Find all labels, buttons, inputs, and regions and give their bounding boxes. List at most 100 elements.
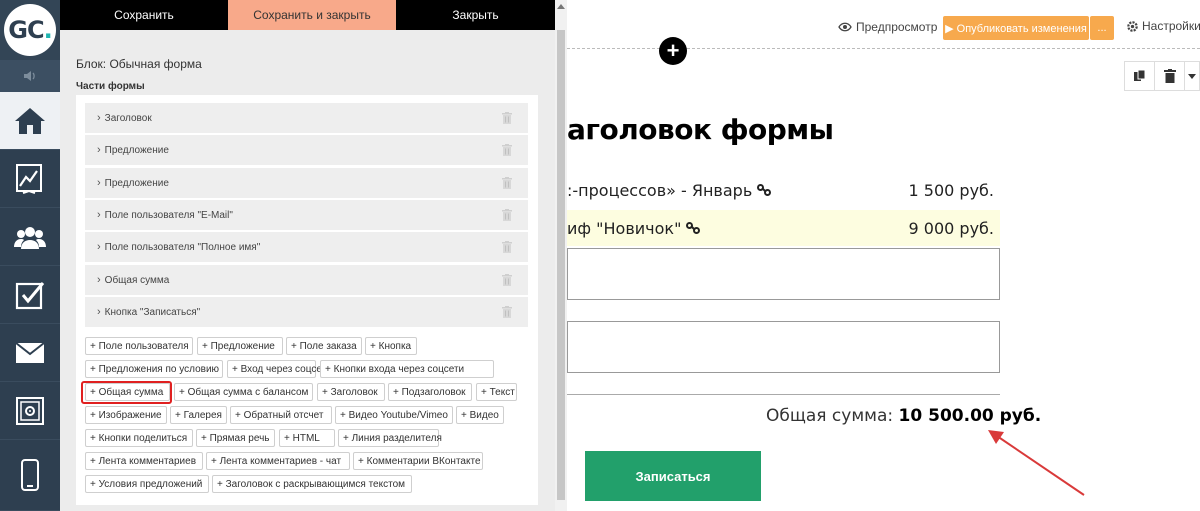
submit-button[interactable]: Записаться (585, 451, 761, 501)
form-part-label: Поле пользователя "E-Mail" (104, 209, 233, 221)
add-part-button[interactable]: + Прямая речь (196, 429, 275, 447)
full-name-field[interactable] (567, 321, 1000, 373)
form-part-row[interactable]: › Поле пользователя "Полное имя" (85, 232, 528, 263)
form-part-row[interactable]: › Кнопка "Записаться" (85, 297, 528, 328)
form-part-label: Общая сумма (104, 274, 170, 286)
add-part-button[interactable]: + Обратный отсчет (230, 406, 332, 424)
settings-link[interactable]: Настройки (1126, 19, 1200, 33)
link-icon (686, 222, 701, 234)
add-part-button[interactable]: + Комментарии ВКонтакте (353, 452, 483, 470)
add-part-button[interactable]: + Лента комментариев - чат (206, 452, 350, 470)
nav-item-messages[interactable] (0, 324, 60, 382)
phone-icon (21, 459, 39, 491)
copy-block-button[interactable] (1125, 62, 1155, 90)
nav-collapse-button[interactable] (0, 60, 60, 92)
add-part-button[interactable]: + Изображение (85, 406, 167, 424)
settings-label: Настройки (1142, 19, 1200, 33)
copy-icon (1133, 69, 1145, 81)
add-part-button[interactable]: + Кнопки входа через соцсети (320, 360, 494, 378)
add-part-button[interactable]: + HTML (279, 429, 335, 447)
publish-options-button[interactable]: ... (1090, 16, 1114, 40)
form-part-row[interactable]: › Заголовок (85, 103, 528, 134)
trash-icon[interactable] (502, 209, 512, 221)
close-button[interactable]: Закрыть (396, 0, 555, 30)
form-part-label: Предложение (104, 144, 169, 156)
form-part-row[interactable]: › Предложение (85, 135, 528, 166)
add-part-button[interactable]: + Линия разделителя (338, 429, 442, 447)
add-part-button[interactable]: + Поле пользователя (85, 337, 193, 355)
chevron-right-icon: › (97, 306, 101, 318)
trash-icon[interactable] (502, 112, 512, 124)
nav-item-users[interactable] (0, 208, 60, 266)
gear-icon (1127, 20, 1138, 32)
eye-icon (838, 22, 852, 32)
preview-link[interactable]: Предпросмотр (838, 20, 937, 34)
trash-icon (1163, 69, 1176, 83)
save-close-button[interactable]: Сохранить и закрыть (228, 0, 396, 30)
trash-icon[interactable] (502, 306, 512, 318)
add-part-button[interactable]: + Вход через соцсети (227, 360, 332, 378)
trash-icon[interactable] (502, 241, 512, 253)
add-part-button[interactable]: + Видео Youtube/Vimeo (335, 406, 453, 424)
add-part-button[interactable]: + Заголовок с раскрывающимся текстом (212, 475, 412, 493)
link-icon (757, 184, 772, 196)
nav-item-safe[interactable] (0, 382, 60, 440)
add-part-button[interactable]: + Текст (476, 383, 517, 401)
publish-button[interactable]: ▶ Опубликовать изменения (943, 16, 1089, 40)
scrollbar-thumb[interactable] (557, 30, 565, 500)
trash-icon[interactable] (502, 177, 512, 189)
form-part-row[interactable]: › Поле пользователя "E-Mail" (85, 200, 528, 231)
block-title: Блок: Обычная форма (76, 57, 202, 71)
add-part-button[interactable]: + Предложение (197, 337, 283, 355)
add-part-button[interactable]: + Условия предложений (85, 475, 209, 493)
add-part-button[interactable]: + Кнопка (365, 337, 417, 355)
save-button[interactable]: Сохранить (60, 0, 228, 30)
speaker-icon (24, 71, 35, 81)
preview-label: Предпросмотр (856, 20, 938, 34)
form-part-row[interactable]: › Общая сумма (85, 265, 528, 296)
form-parts-heading: Части формы (76, 81, 145, 92)
highlight-annotation (81, 381, 172, 404)
nav-item-tasks[interactable] (0, 266, 60, 324)
email-field[interactable] (567, 248, 1000, 300)
nav-item-home[interactable] (0, 92, 60, 150)
scroll-up-arrow-icon[interactable] (557, 4, 565, 9)
form-part-label: Заголовок (104, 112, 152, 124)
block-more-button[interactable] (1185, 62, 1199, 90)
form-part-row[interactable]: › Предложение (85, 168, 528, 199)
add-part-button[interactable]: + Заголовок (317, 383, 385, 401)
safe-icon (16, 396, 44, 425)
offer-name-2: иф "Новичок" (567, 218, 682, 238)
delete-block-button[interactable] (1155, 62, 1185, 90)
trash-icon[interactable] (502, 144, 512, 156)
form-part-label: Кнопка "Записаться" (104, 306, 201, 318)
form-part-label: Предложение (104, 177, 169, 189)
add-part-button[interactable]: + Галерея (170, 406, 227, 424)
form-heading: аголовок формы (567, 113, 834, 146)
editor-toolbar: Сохранить Сохранить и закрыть Закрыть (60, 0, 555, 30)
add-part-button[interactable]: + Общая сумма с балансом (174, 383, 313, 401)
offer-row-2[interactable]: иф "Новичок" 9 000 руб. (567, 210, 1000, 246)
add-part-button[interactable]: + Поле заказа (286, 337, 362, 355)
add-block-plus-icon[interactable]: + (659, 37, 687, 65)
logo[interactable]: GC. (0, 0, 60, 60)
chevron-right-icon: › (97, 274, 101, 286)
nav-item-analytics[interactable] (0, 150, 60, 208)
nav-item-mobile[interactable] (0, 440, 60, 511)
chart-icon (16, 163, 42, 194)
chevron-right-icon: › (97, 177, 101, 189)
trash-icon[interactable] (502, 274, 512, 286)
block-tools (1124, 61, 1200, 91)
home-icon (15, 107, 45, 134)
chevron-right-icon: › (97, 112, 101, 124)
add-part-button[interactable]: + Предложения по условию (85, 360, 223, 378)
add-part-button[interactable]: + Лента комментариев (85, 452, 203, 470)
chevron-right-icon: › (97, 241, 101, 253)
add-part-button[interactable]: + Подзаголовок (388, 383, 472, 401)
add-part-button[interactable]: + Видео (456, 406, 504, 424)
total-divider (567, 394, 1000, 395)
add-part-button[interactable]: + Кнопки поделиться (85, 429, 193, 447)
total-label: Общая сумма: (766, 406, 894, 426)
offer-row-1[interactable]: :-процессов» - Январь 1 500 руб. (567, 172, 1000, 208)
annotation-arrow-icon (988, 430, 1085, 496)
